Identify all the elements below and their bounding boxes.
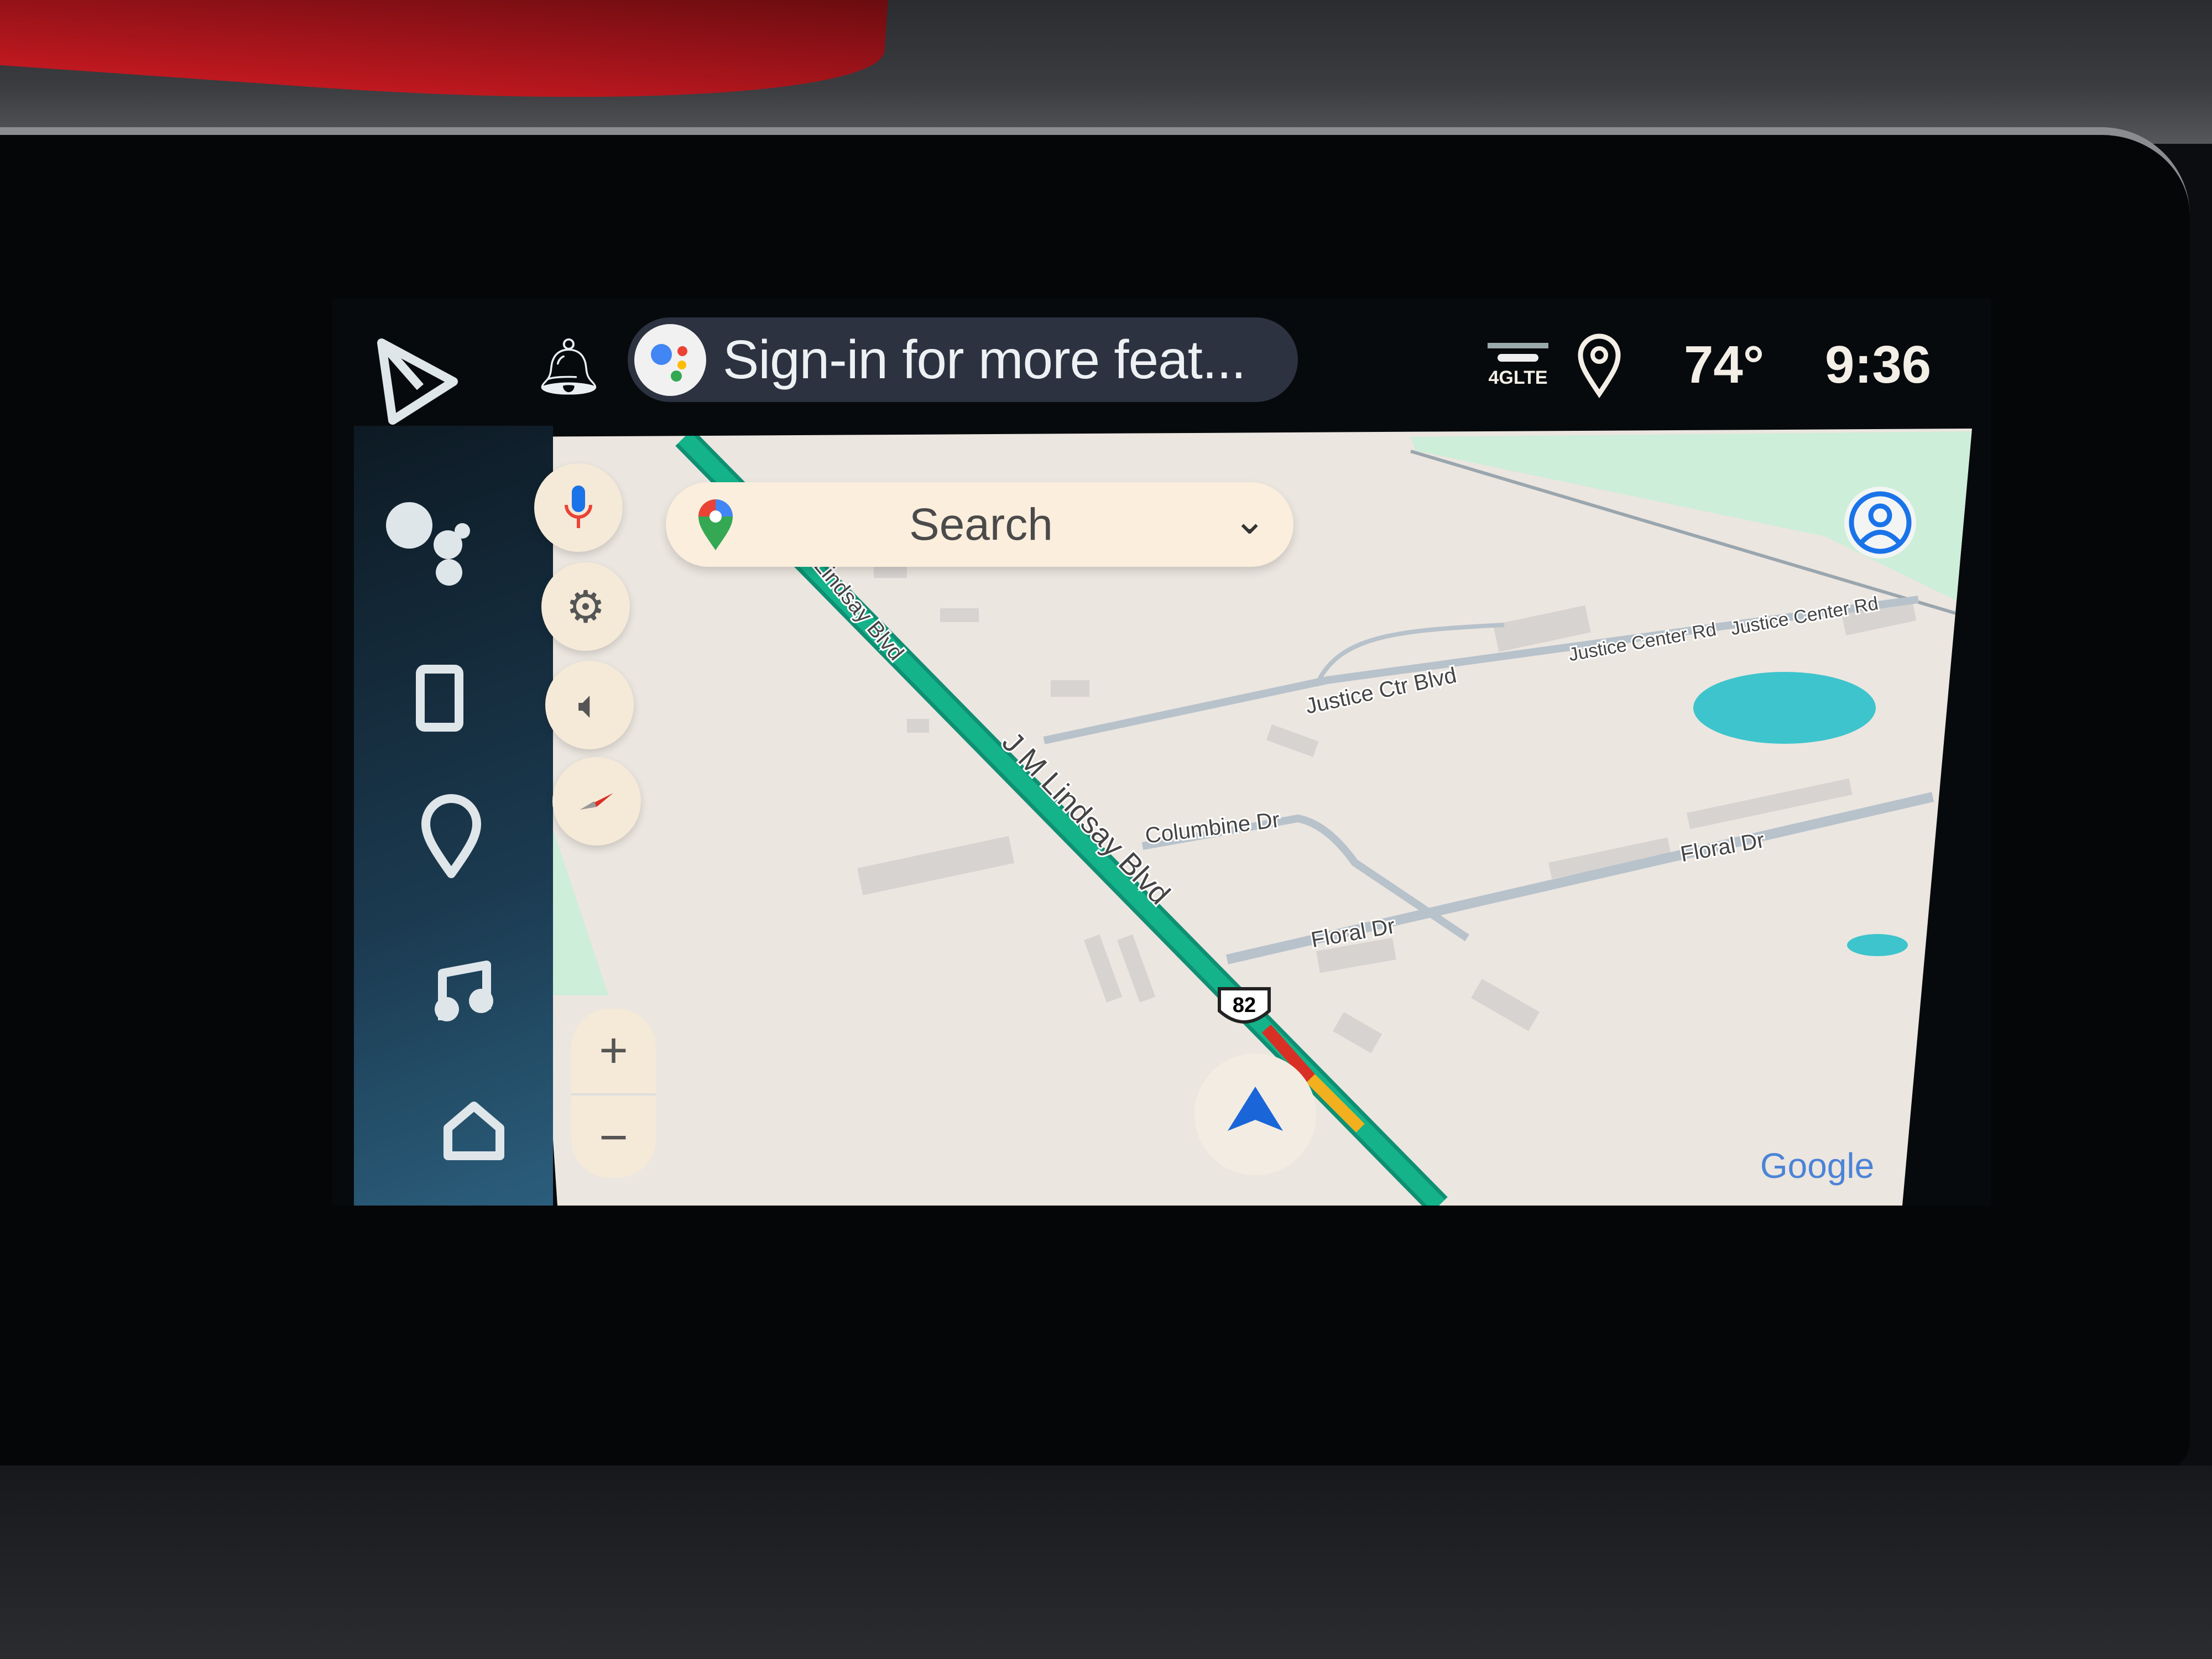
route-shield: 82 bbox=[1218, 987, 1271, 1024]
voice-search-button[interactable] bbox=[534, 463, 623, 552]
map-view[interactable]: J M Lindsay Blvd Lindsay Blvd Justice Ct… bbox=[0, 0, 2212, 1659]
clock: 9:36 bbox=[1825, 335, 1932, 394]
microphone-icon bbox=[565, 486, 592, 528]
zoom-in-button[interactable]: + bbox=[571, 1009, 656, 1095]
zoom-control: + − bbox=[571, 1009, 656, 1178]
volume-button[interactable]: 🔈︎ bbox=[545, 661, 634, 749]
pond bbox=[1847, 934, 1908, 956]
speaker-icon: 🔈︎ bbox=[578, 683, 601, 726]
app-rail bbox=[354, 426, 553, 1206]
search-placeholder: Search bbox=[909, 499, 1053, 550]
network-label: 4GLTE bbox=[1488, 367, 1548, 388]
notifications-bell-icon[interactable]: 🔔︎ bbox=[534, 335, 604, 399]
lake bbox=[1693, 672, 1876, 744]
chevron-down-icon[interactable]: ⌄ bbox=[1233, 498, 1266, 543]
network-indicator: 4GLTE bbox=[1488, 343, 1548, 389]
gear-icon: ⚙ bbox=[566, 582, 606, 632]
compass-icon bbox=[580, 793, 613, 810]
account-button[interactable] bbox=[1844, 487, 1916, 559]
assistant-signin-text: Sign-in for more feat... bbox=[723, 329, 1246, 390]
settings-button[interactable]: ⚙ bbox=[541, 562, 630, 651]
route-shield-number: 82 bbox=[1233, 994, 1256, 1017]
google-logo: Google bbox=[1760, 1146, 1874, 1186]
location-status-icon bbox=[1577, 332, 1621, 401]
google-assistant-icon bbox=[634, 324, 706, 396]
compass-button[interactable] bbox=[552, 757, 641, 846]
assistant-signin-chip[interactable]: Sign-in for more feat... bbox=[628, 317, 1298, 402]
zoom-out-button[interactable]: − bbox=[571, 1095, 656, 1180]
google-maps-pin-icon bbox=[698, 499, 733, 550]
temperature: 74° bbox=[1684, 335, 1765, 394]
search-bar[interactable]: Search ⌄ bbox=[666, 482, 1293, 567]
account-icon bbox=[1849, 491, 1912, 554]
